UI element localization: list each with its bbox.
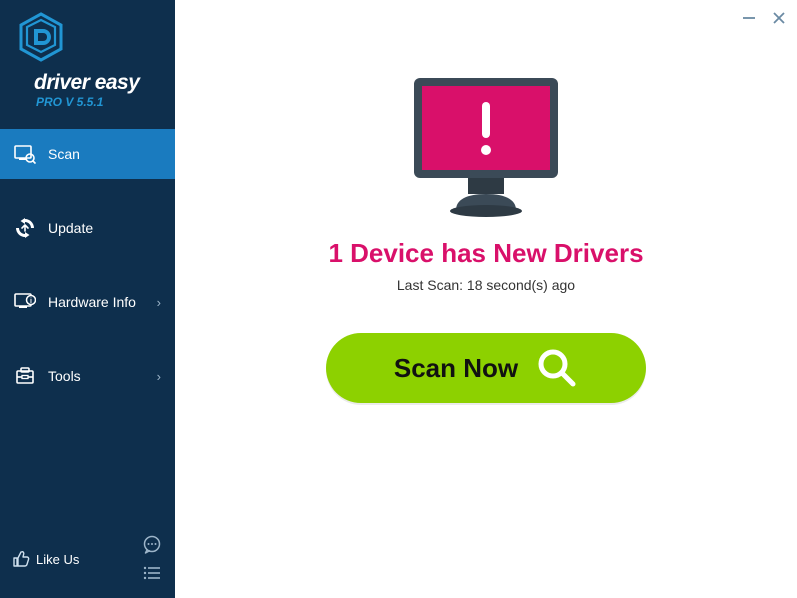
thumbs-up-icon — [12, 550, 30, 568]
tools-icon — [14, 365, 36, 387]
app-window: driver easy PRO V 5.5.1 Scan Update i — [0, 0, 797, 598]
list-icon — [142, 563, 162, 583]
nav-item-hardware-info[interactable]: i Hardware Info › — [0, 277, 175, 327]
nav-label: Hardware Info — [48, 294, 157, 310]
sidebar-nav: Scan Update i Hardware Info › — [0, 129, 175, 524]
menu-list-button[interactable] — [141, 562, 163, 584]
nav-label: Scan — [48, 146, 165, 162]
update-icon — [14, 217, 36, 239]
nav-label: Tools — [48, 368, 157, 384]
like-us-label: Like Us — [36, 552, 79, 567]
sidebar-footer: Like Us — [0, 524, 175, 598]
brand-name: driver easy — [34, 71, 175, 95]
like-us-button[interactable]: Like Us — [12, 550, 133, 568]
nav-item-tools[interactable]: Tools › — [0, 351, 175, 401]
last-scan-text: Last Scan: 18 second(s) ago — [397, 277, 575, 293]
nav-item-update[interactable]: Update — [0, 203, 175, 253]
hardware-info-icon: i — [14, 291, 36, 313]
window-controls — [737, 6, 791, 30]
close-icon — [772, 11, 786, 25]
minimize-icon — [742, 11, 756, 25]
brand-logo-icon — [18, 12, 64, 64]
minimize-button[interactable] — [737, 6, 761, 30]
main-area: 1 Device has New Drivers Last Scan: 18 s… — [175, 0, 797, 598]
speech-bubble-icon — [142, 535, 162, 555]
logo-area: driver easy PRO V 5.5.1 — [0, 0, 175, 129]
monitor-alert-icon — [406, 74, 566, 222]
feedback-button[interactable] — [141, 534, 163, 556]
magnify-icon — [536, 347, 578, 389]
sidebar: driver easy PRO V 5.5.1 Scan Update i — [0, 0, 175, 598]
nav-item-scan[interactable]: Scan — [0, 129, 175, 179]
chevron-right-icon: › — [157, 295, 161, 310]
status-headline: 1 Device has New Drivers — [328, 238, 643, 269]
content: 1 Device has New Drivers Last Scan: 18 s… — [175, 0, 797, 403]
nav-label: Update — [48, 220, 165, 236]
footer-icons — [141, 534, 163, 584]
scan-now-label: Scan Now — [394, 353, 518, 384]
svg-text:i: i — [30, 298, 32, 305]
version-label: PRO V 5.5.1 — [36, 95, 175, 109]
scan-now-button[interactable]: Scan Now — [326, 333, 646, 403]
scan-icon — [14, 143, 36, 165]
close-button[interactable] — [767, 6, 791, 30]
chevron-right-icon: › — [157, 369, 161, 384]
